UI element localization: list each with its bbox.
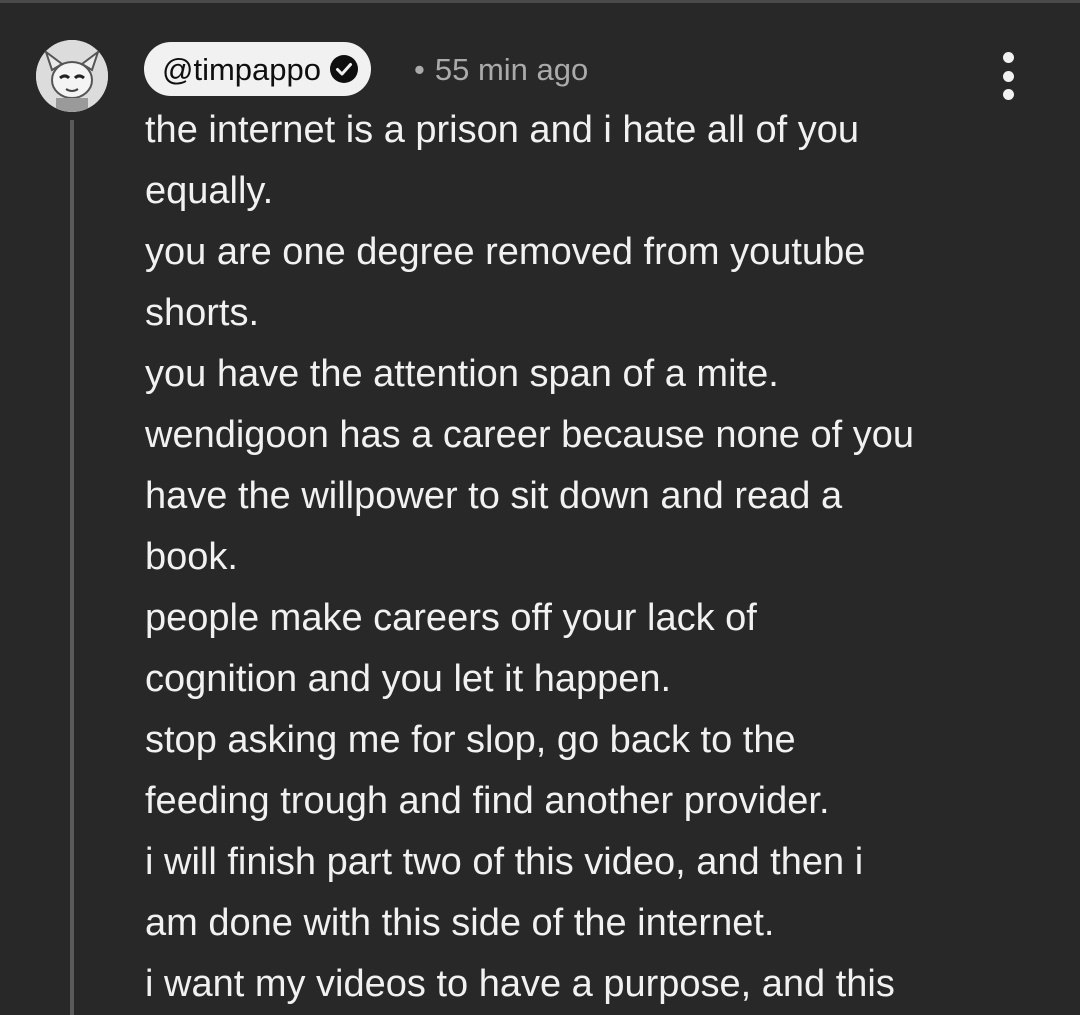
vertical-dots-icon (1002, 70, 1014, 82)
comment-line: the internet is a prison and i hate all … (145, 109, 860, 151)
verified-check-icon (329, 54, 359, 84)
avatar[interactable] (36, 40, 108, 112)
author-name[interactable]: @timpappo (162, 54, 321, 85)
meta-separator: • (414, 52, 425, 87)
comment-line: you have the attention span of a mite. (145, 353, 779, 395)
comment-text: the internet is a prison and i hate all … (145, 100, 1025, 1015)
comment-line: feeding trough and find another provider… (145, 780, 830, 822)
top-divider (0, 0, 1080, 3)
thread-line (70, 120, 74, 1015)
comment-line: i want my videos to have a purpose, and … (145, 963, 895, 1005)
comment-line: stop asking me for slop, go back to the (145, 719, 796, 761)
comment-line: shorts. (145, 292, 260, 334)
more-options-button[interactable] (990, 52, 1026, 100)
comment-line: equally. (145, 170, 274, 212)
comment-line: have the willpower to sit down and read … (145, 475, 843, 517)
comment-line: am done with this side of the internet. (145, 902, 775, 944)
comment-line: people make careers off your lack of (145, 597, 757, 639)
comment-line: cognition and you let it happen. (145, 658, 672, 700)
comment-line: wendigoon has a career because none of y… (145, 414, 914, 456)
comment-line: you are one degree removed from youtube (145, 231, 866, 273)
comment-line: i will finish part two of this video, an… (145, 841, 864, 883)
author-chip[interactable]: @timpappo (144, 42, 371, 96)
vertical-dots-icon (1002, 52, 1014, 63)
comment-line: book. (145, 536, 238, 578)
comment-timestamp[interactable]: 55 min ago (435, 52, 588, 87)
vertical-dots-icon (1002, 89, 1014, 100)
comment-meta: • 55 min ago (414, 50, 588, 90)
